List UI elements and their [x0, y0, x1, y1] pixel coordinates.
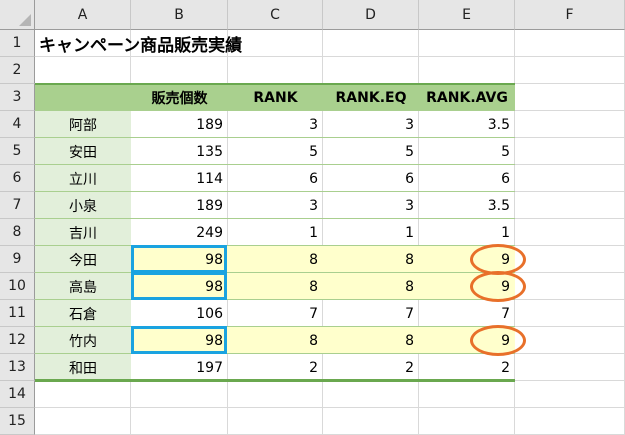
cell-rank[interactable]: 3: [228, 192, 323, 219]
row-header-3[interactable]: 3: [0, 84, 35, 111]
tied-count-highlight-box: [131, 326, 227, 354]
cell-rank[interactable]: 8: [228, 273, 323, 300]
cell-rank_eq[interactable]: 2: [323, 354, 419, 381]
row-header-12[interactable]: 12: [0, 327, 35, 354]
row-header-15[interactable]: 15: [0, 408, 35, 435]
sheet-title[interactable]: キャンペーン商品販売実績: [35, 30, 335, 57]
row-header-10[interactable]: 10: [0, 273, 35, 300]
spreadsheet: A B C D E F 1 2 3 4 5 6 7 8 9 10 11 12 13 14 15 キャンペーン商品販売実績販…: [0, 0, 625, 435]
table-header-3[interactable]: RANK.EQ: [323, 84, 419, 111]
rank-avg-circle-annotation: [470, 271, 526, 302]
cell-count[interactable]: 189: [131, 111, 228, 138]
select-all-corner[interactable]: [0, 0, 35, 30]
row-header-5[interactable]: 5: [0, 138, 35, 165]
row-header-2[interactable]: 2: [0, 57, 35, 84]
column-header-e[interactable]: E: [419, 0, 515, 30]
cell-name[interactable]: 阿部: [35, 111, 131, 138]
cell-rank_eq[interactable]: 3: [323, 111, 419, 138]
cell-rank[interactable]: 6: [228, 165, 323, 192]
cell-rank_avg[interactable]: 7: [419, 300, 515, 327]
row-header-8[interactable]: 8: [0, 219, 35, 246]
row-header-14[interactable]: 14: [0, 381, 35, 408]
cell-count[interactable]: 197: [131, 354, 228, 381]
tied-count-highlight-box: [131, 245, 227, 273]
gridline-horizontal: [35, 407, 625, 408]
row-header-4[interactable]: 4: [0, 111, 35, 138]
cell-count[interactable]: 189: [131, 192, 228, 219]
column-header-c[interactable]: C: [228, 0, 323, 30]
cell-rank_avg[interactable]: 1: [419, 219, 515, 246]
rank-avg-circle-annotation: [470, 325, 526, 356]
cell-rank_avg[interactable]: 5: [419, 138, 515, 165]
row-header-11[interactable]: 11: [0, 300, 35, 327]
cell-count[interactable]: 249: [131, 219, 228, 246]
cell-name[interactable]: 安田: [35, 138, 131, 165]
select-all-triangle-icon: [19, 14, 31, 26]
cell-count[interactable]: 135: [131, 138, 228, 165]
column-header-d[interactable]: D: [323, 0, 419, 30]
cell-rank[interactable]: 8: [228, 327, 323, 354]
cell-rank[interactable]: 8: [228, 246, 323, 273]
cell-rank_avg[interactable]: 3.5: [419, 111, 515, 138]
cell-rank_eq[interactable]: 1: [323, 219, 419, 246]
table-header-0[interactable]: [35, 84, 131, 111]
table-header-2[interactable]: RANK: [228, 84, 323, 111]
row-header-1[interactable]: 1: [0, 30, 35, 57]
cell-rank_avg[interactable]: 6: [419, 165, 515, 192]
cell-count[interactable]: 114: [131, 165, 228, 192]
row-header-9[interactable]: 9: [0, 246, 35, 273]
cell-rank[interactable]: 1: [228, 219, 323, 246]
cell-rank_avg[interactable]: 3.5: [419, 192, 515, 219]
cell-rank_eq[interactable]: 5: [323, 138, 419, 165]
cell-rank[interactable]: 5: [228, 138, 323, 165]
column-header-b[interactable]: B: [131, 0, 228, 30]
cell-rank_eq[interactable]: 8: [323, 246, 419, 273]
cell-name[interactable]: 立川: [35, 165, 131, 192]
column-header-f[interactable]: F: [515, 0, 625, 30]
table-header-4[interactable]: RANK.AVG: [419, 84, 515, 111]
cell-rank_eq[interactable]: 8: [323, 273, 419, 300]
row-header-6[interactable]: 6: [0, 165, 35, 192]
column-header-a[interactable]: A: [35, 0, 131, 30]
cell-rank[interactable]: 7: [228, 300, 323, 327]
cell-name[interactable]: 和田: [35, 354, 131, 381]
cell-name[interactable]: 今田: [35, 246, 131, 273]
cell-name[interactable]: 高島: [35, 273, 131, 300]
cell-rank_eq[interactable]: 8: [323, 327, 419, 354]
cell-rank_eq[interactable]: 3: [323, 192, 419, 219]
cell-name[interactable]: 小泉: [35, 192, 131, 219]
tied-count-highlight-box: [131, 272, 227, 300]
cell-rank[interactable]: 2: [228, 354, 323, 381]
cell-rank_avg[interactable]: 2: [419, 354, 515, 381]
cell-rank_eq[interactable]: 7: [323, 300, 419, 327]
row-header-7[interactable]: 7: [0, 192, 35, 219]
cell-count[interactable]: 106: [131, 300, 228, 327]
cell-name[interactable]: 竹内: [35, 327, 131, 354]
row-header-13[interactable]: 13: [0, 354, 35, 381]
cell-rank_eq[interactable]: 6: [323, 165, 419, 192]
cell-name[interactable]: 吉川: [35, 219, 131, 246]
cell-rank[interactable]: 3: [228, 111, 323, 138]
table-header-1[interactable]: 販売個数: [131, 84, 228, 111]
cell-name[interactable]: 石倉: [35, 300, 131, 327]
